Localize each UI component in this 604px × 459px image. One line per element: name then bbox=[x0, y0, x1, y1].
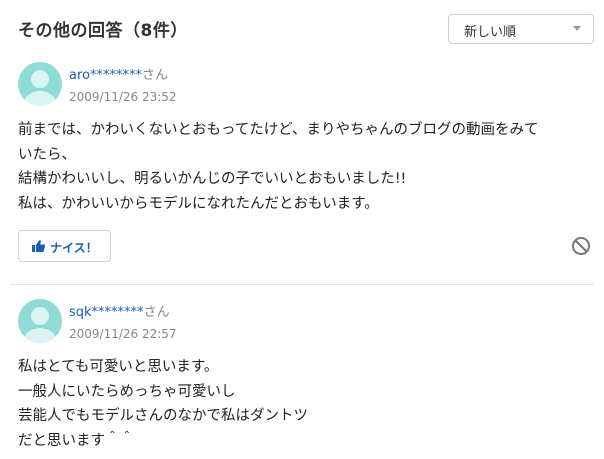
user-name-link[interactable]: sqk******** bbox=[69, 305, 144, 320]
answer-line: 私は、かわいいからモデルになれたんだとおもいます。 bbox=[18, 195, 379, 212]
chevron-down-icon bbox=[573, 26, 581, 31]
answer-date: 2009/11/26 23:52 bbox=[69, 90, 177, 104]
avatar-head-shape bbox=[31, 307, 49, 325]
answer-line: いたら、 bbox=[18, 146, 76, 163]
avatar-head-shape bbox=[31, 70, 49, 88]
answer-date: 2009/11/26 22:57 bbox=[69, 327, 177, 341]
user-name-link[interactable]: aro******** bbox=[69, 68, 142, 83]
sort-selected-label: 新しい順 bbox=[464, 25, 517, 40]
answer-divider bbox=[10, 284, 594, 285]
answer-line: 前までは、かわいくないとおもってたけど、まりやちゃんのブログの動画をみて bbox=[18, 122, 539, 138]
section-title: その他の回答（8件） bbox=[18, 21, 188, 41]
answer-item: sqk********さん 2009/11/26 22:57 私はとても可愛いと… bbox=[18, 299, 594, 459]
answer-text: 私はとても可愛いと思います。 一般人にいたらめっちゃ可愛いし 芸能人でもモデルさ… bbox=[18, 355, 308, 453]
prohibited-icon[interactable] bbox=[571, 236, 591, 256]
answer-line: 結構かわいいし、明るいかんじの子でいいとおもいました!! bbox=[18, 171, 407, 187]
avatar-body-shape bbox=[24, 328, 56, 343]
thumbs-up-icon bbox=[32, 240, 45, 252]
answer-text: 前までは、かわいくないとおもってたけど、まりやちゃんのブログの動画をみて いたら… bbox=[18, 118, 539, 216]
nice-button[interactable]: ナイス！ bbox=[18, 230, 111, 262]
answers-header: その他の回答（8件） 新しい順 bbox=[18, 14, 594, 46]
answer-line: 一般人にいたらめっちゃ可愛いし bbox=[18, 383, 236, 400]
user-honorific: さん bbox=[141, 68, 168, 83]
answer-line: 私はとても可愛いと思います。 bbox=[18, 359, 219, 375]
user-line: sqk********さん bbox=[69, 301, 170, 320]
avatar-body-shape bbox=[24, 91, 56, 106]
answer-line: 芸能人でもモデルさんのなかで私はダントツ bbox=[18, 408, 308, 424]
avatar[interactable] bbox=[18, 299, 62, 343]
avatar[interactable] bbox=[18, 62, 62, 106]
nice-label: ナイス！ bbox=[50, 241, 98, 255]
answer-item: aro********さん 2009/11/26 23:52 前までは、かわいく… bbox=[18, 62, 594, 272]
sort-dropdown[interactable]: 新しい順 bbox=[448, 14, 594, 44]
user-line: aro********さん bbox=[69, 64, 168, 83]
user-honorific: さん bbox=[143, 305, 170, 320]
answer-line: だと思います＾＾ bbox=[18, 432, 134, 449]
